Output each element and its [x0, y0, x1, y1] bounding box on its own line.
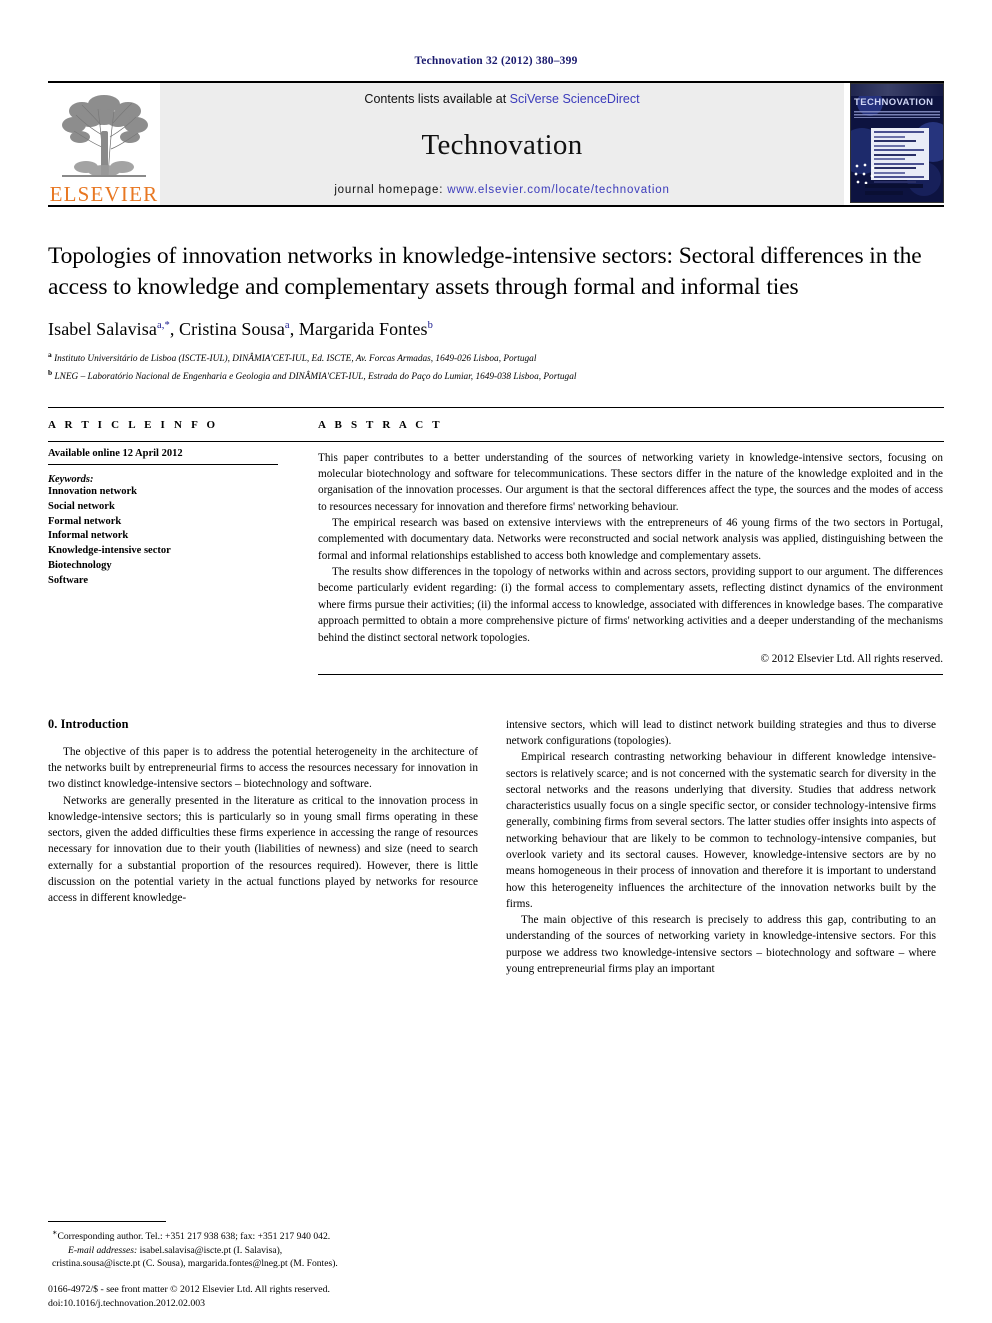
imprint-block: 0166-4972/$ - see front matter © 2012 El… [48, 1283, 478, 1311]
contents-line: Contents lists available at SciVerse Sci… [364, 92, 639, 106]
homepage-prefix: journal homepage: [334, 184, 448, 196]
footnotes: ∗Corresponding author. Tel.: +351 217 93… [48, 1220, 478, 1271]
author-name: Cristina Sousa [179, 319, 285, 340]
keyword-item: Software [48, 575, 89, 587]
email-line[interactable]: cristina.sousa@iscte.pt (C. Sousa), marg… [52, 1258, 338, 1269]
cover-title: TECHNOVATION [854, 97, 934, 108]
body-column-left: 0. Introduction The objective of this pa… [48, 717, 478, 977]
email-line[interactable]: isabel.salavisa@iscte.pt (I. Salavisa), [140, 1245, 283, 1256]
footnote-rule [48, 1220, 166, 1222]
abstract-heading: A B S T R A C T [318, 418, 443, 431]
elsevier-wordmark: ELSEVIER [49, 182, 159, 206]
abstract-paragraph: The results show differences in the topo… [318, 566, 943, 644]
footnote-emails-cont: cristina.sousa@iscte.pt (C. Sousa), marg… [48, 1257, 478, 1271]
abstract-column: A B S T R A C T This paper contributes t… [318, 419, 944, 675]
article-page: Technovation 32 (2012) 380–399 ELSEVIER … [0, 0, 992, 1323]
body-paragraph: The main objective of this research is p… [506, 914, 936, 975]
body-paragraph: The objective of this paper is to addres… [48, 745, 478, 791]
journal-title: Technovation [421, 128, 583, 161]
affiliation-text: Instituto Universitário de Lisboa (ISCTE… [54, 354, 537, 365]
elsevier-tree-icon [58, 91, 150, 183]
author-mark: a [284, 320, 290, 332]
title-block: Topologies of innovation networks in kno… [48, 207, 944, 385]
keyword-item: Innovation network [48, 485, 137, 497]
journal-cover: TECHNOVATION [844, 83, 944, 205]
issn-front-matter: 0166-4972/$ - see front matter © 2012 El… [48, 1283, 330, 1295]
author-name: Margarida Fontes [298, 319, 428, 340]
article-info-heading: A R T I C L E I N F O [48, 418, 219, 431]
footnote-text: Corresponding author. Tel.: +351 217 938… [57, 1231, 331, 1243]
keyword-list: Innovation network Social network Formal… [48, 485, 318, 589]
keyword-item: Formal network [48, 515, 122, 527]
abstract-body: This paper contributes to a better under… [318, 450, 943, 646]
journal-masthead: ELSEVIER Contents lists available at Sci… [48, 81, 944, 205]
homepage-line: journal homepage: www.elsevier.com/locat… [334, 184, 669, 196]
article-info-column: A R T I C L E I N F O Available online 1… [48, 419, 318, 675]
running-head: Technovation 32 (2012) 380–399 [414, 55, 578, 67]
body-paragraph: Networks are generally presented in the … [48, 794, 478, 905]
affiliation-item: a Instituto Universitário de Lisboa (ISC… [48, 349, 944, 367]
sciencedirect-link[interactable]: SciVerse ScienceDirect [510, 92, 640, 106]
footnote-corresponding-author: ∗Corresponding author. Tel.: +351 217 93… [48, 1227, 478, 1244]
abstract-paragraph: This paper contributes to a better under… [318, 451, 943, 513]
sciencedirect-banner: Contents lists available at SciVerse Sci… [160, 83, 844, 205]
abstract-bottom-rule [318, 673, 943, 675]
info-abstract-section: A R T I C L E I N F O Available online 1… [48, 406, 944, 675]
body-columns: 0. Introduction The objective of this pa… [48, 717, 944, 977]
journal-homepage-link[interactable]: www.elsevier.com/locate/technovation [447, 184, 669, 196]
section-heading-introduction: 0. Introduction [48, 716, 129, 731]
email-label: E-mail addresses: [68, 1244, 138, 1256]
body-paragraph: intensive sectors, which will lead to di… [506, 718, 936, 748]
cover-dots-motif [853, 162, 877, 186]
footnote-emails: E-mail addresses: isabel.salavisa@iscte.… [48, 1244, 478, 1258]
contents-prefix: Contents lists available at [364, 92, 510, 106]
author-list: Isabel Salavisaa,*, Cristina Sousaa, Mar… [48, 319, 433, 340]
affiliation-mark: b [48, 367, 53, 377]
journal-cover-image: TECHNOVATION [850, 83, 944, 203]
author-mark: b [427, 320, 433, 332]
cover-contents-panel [871, 128, 929, 183]
author-mark: a,* [156, 320, 170, 332]
abstract-copyright: © 2012 Elsevier Ltd. All rights reserved… [760, 652, 944, 665]
affiliation-item: b LNEG – Laboratório Nacional de Engenha… [48, 367, 944, 385]
keyword-item: Informal network [48, 530, 129, 542]
keyword-item: Biotechnology [48, 560, 112, 572]
affiliation-mark: a [48, 350, 52, 360]
affiliations: a Instituto Universitário de Lisboa (ISC… [48, 349, 944, 385]
available-online: Available online 12 April 2012 [48, 442, 278, 465]
affiliation-text: LNEG – Laboratório Nacional de Engenhari… [54, 371, 577, 382]
body-paragraph: Empirical research contrasting networkin… [506, 751, 936, 910]
keywords-label: Keywords: [48, 473, 94, 485]
elsevier-logo: ELSEVIER [48, 83, 160, 205]
abstract-paragraph: The empirical research was based on exte… [318, 517, 943, 562]
doi[interactable]: doi:10.1016/j.technovation.2012.02.003 [48, 1297, 478, 1311]
body-column-right: intensive sectors, which will lead to di… [506, 717, 936, 977]
keyword-item: Knowledge-intensive sector [48, 545, 171, 557]
author-name: Isabel Salavisa [48, 319, 157, 340]
keyword-item: Social network [48, 500, 115, 512]
page-title: Topologies of innovation networks in kno… [48, 243, 922, 301]
abstract-rule [318, 440, 944, 442]
